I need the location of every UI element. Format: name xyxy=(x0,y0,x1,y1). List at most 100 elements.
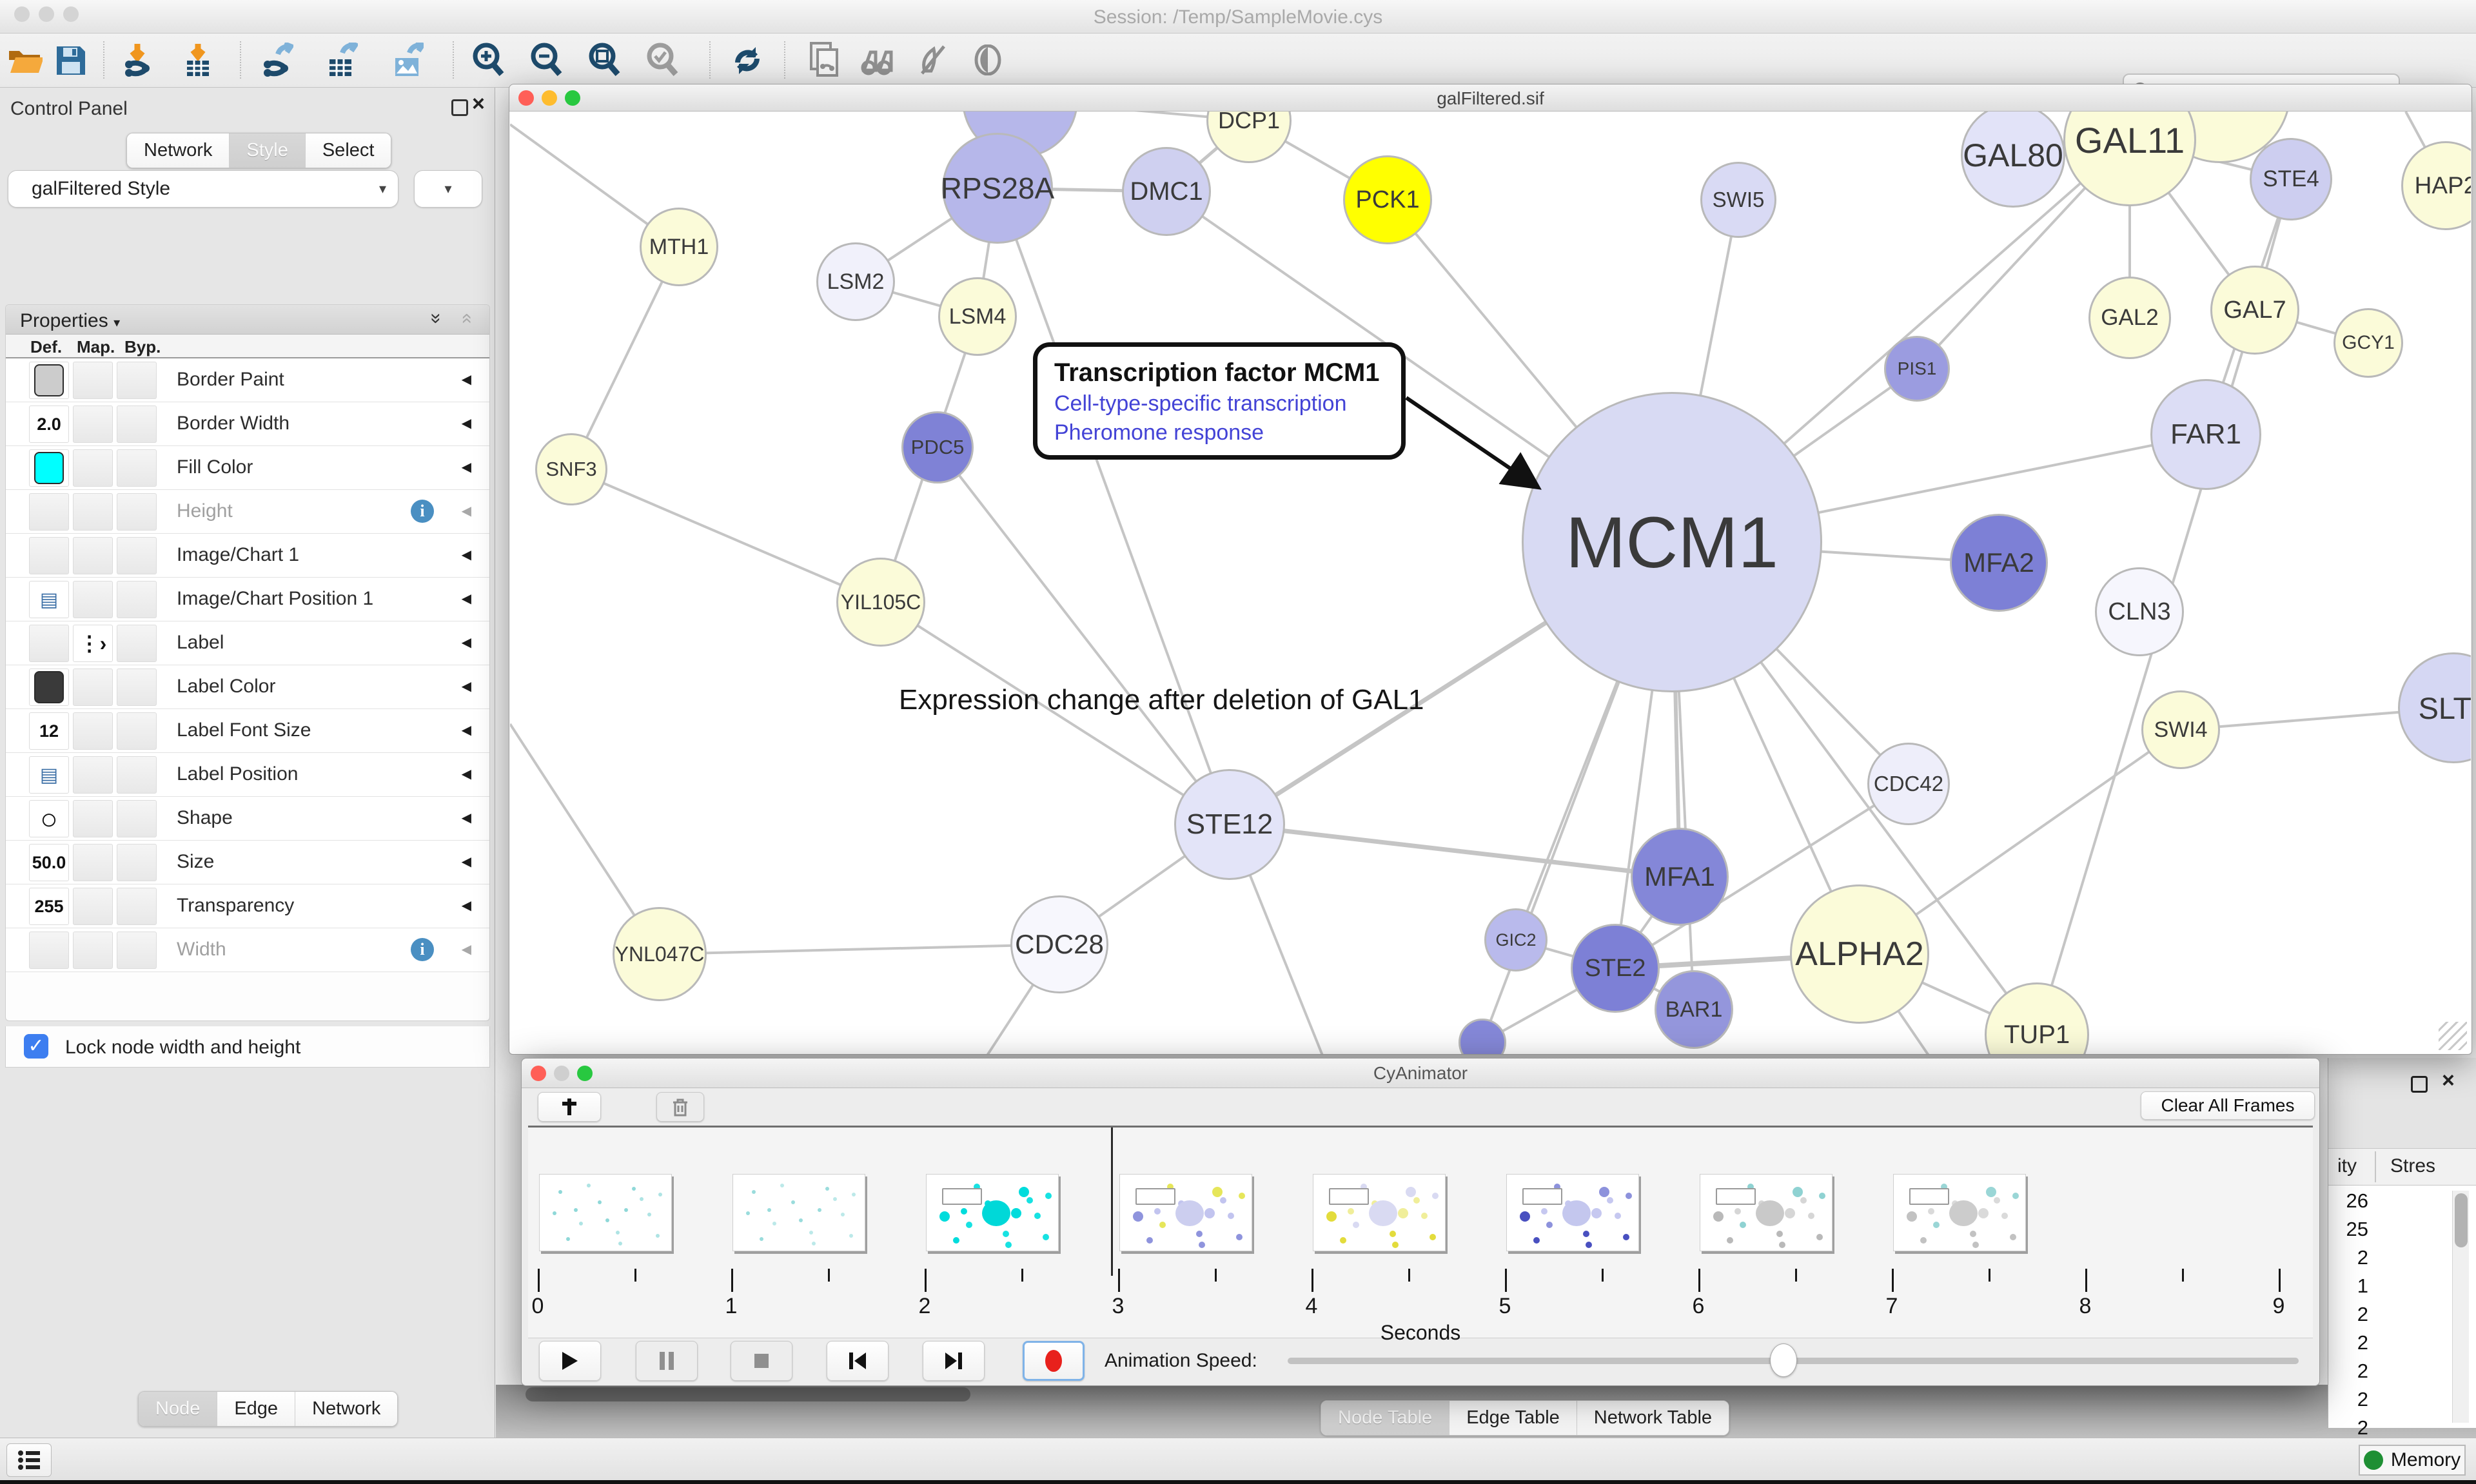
tab-style[interactable]: Style xyxy=(230,133,305,168)
property-row-label[interactable]: ⋮›Label◀ xyxy=(6,621,489,665)
network-node-gal7[interactable]: GAL7 xyxy=(2210,266,2299,355)
network-node-slt2[interactable]: SLT2 xyxy=(2398,652,2471,763)
property-row-image-chart-position-1[interactable]: ▤Image/Chart Position 1◀ xyxy=(6,578,489,621)
network-node-mth1[interactable]: MTH1 xyxy=(640,208,718,286)
def-cell[interactable]: 2.0 xyxy=(29,405,69,443)
property-row-width[interactable]: Widthi◀ xyxy=(6,928,489,972)
def-cell[interactable] xyxy=(29,493,69,531)
tab-network[interactable]: Network xyxy=(127,133,230,168)
tab-edge-table[interactable]: Edge Table xyxy=(1449,1401,1577,1435)
table-cell[interactable]: 2 xyxy=(2328,1246,2368,1269)
table-cell[interactable]: 25 xyxy=(2328,1218,2368,1241)
collapse-row-icon[interactable]: ◀ xyxy=(462,634,471,650)
network-node-mfa1[interactable]: MFA1 xyxy=(1631,828,1729,926)
byp-cell[interactable] xyxy=(117,537,157,574)
control-panel-float-icon[interactable] xyxy=(451,99,468,116)
map-cell[interactable] xyxy=(73,800,113,837)
record-button[interactable] xyxy=(1023,1341,1085,1381)
byp-cell[interactable] xyxy=(117,625,157,662)
import-table-icon[interactable] xyxy=(178,40,218,80)
skip-end-button[interactable] xyxy=(923,1341,985,1381)
def-cell[interactable] xyxy=(29,449,69,487)
network-node-pis1[interactable]: PIS1 xyxy=(1884,336,1950,402)
network-node-lsm4[interactable]: LSM4 xyxy=(938,277,1017,356)
frame-thumbnail-5[interactable] xyxy=(1313,1174,1446,1251)
tab-node-table[interactable]: Node Table xyxy=(1321,1401,1449,1435)
network-node-ste2[interactable]: STE2 xyxy=(1571,924,1660,1013)
network-node-yil105c[interactable]: YIL105C xyxy=(836,558,925,647)
byp-cell[interactable] xyxy=(117,669,157,706)
map-cell[interactable] xyxy=(73,405,113,443)
network-node-dcp1[interactable]: DCP1 xyxy=(1206,112,1292,163)
property-row-label-color[interactable]: Label Color◀ xyxy=(6,665,489,709)
map-cell[interactable] xyxy=(73,449,113,487)
map-cell[interactable] xyxy=(73,932,113,969)
def-cell[interactable]: ○ xyxy=(29,800,69,837)
frame-thumbnail-3[interactable] xyxy=(926,1174,1059,1251)
def-cell[interactable]: 255 xyxy=(29,888,69,925)
export-table-icon[interactable] xyxy=(321,40,361,80)
network-node-snf3[interactable]: SNF3 xyxy=(535,433,607,505)
property-row-image-chart-1[interactable]: Image/Chart 1◀ xyxy=(6,534,489,578)
byp-cell[interactable] xyxy=(117,756,157,794)
export-image-icon[interactable] xyxy=(387,40,427,80)
property-row-fill-color[interactable]: Fill Color◀ xyxy=(6,446,489,490)
property-row-transparency[interactable]: 255Transparency◀ xyxy=(6,884,489,928)
find-icon[interactable] xyxy=(858,40,898,80)
zoom-fit-icon[interactable] xyxy=(584,40,624,80)
task-history-button[interactable] xyxy=(6,1443,52,1477)
frame-thumbnail-4[interactable] xyxy=(1119,1174,1252,1251)
tab-network-style[interactable]: Network xyxy=(295,1392,397,1426)
open-folder-icon[interactable] xyxy=(5,40,45,80)
info-icon[interactable]: i xyxy=(411,500,434,523)
map-cell[interactable] xyxy=(73,888,113,925)
collapse-row-icon[interactable]: ◀ xyxy=(462,897,471,913)
clear-all-frames-button[interactable]: Clear All Frames xyxy=(2141,1091,2315,1120)
network-node-ste4[interactable]: STE4 xyxy=(2250,138,2332,220)
dock-float-icon[interactable] xyxy=(2411,1076,2428,1093)
table-cell[interactable]: 2 xyxy=(2328,1388,2368,1411)
table-cell[interactable]: 2 xyxy=(2328,1303,2368,1326)
collapse-row-icon[interactable]: ◀ xyxy=(462,547,471,563)
zoom-in-icon[interactable] xyxy=(468,40,508,80)
add-frame-button[interactable] xyxy=(538,1092,601,1122)
property-row-shape[interactable]: ○Shape◀ xyxy=(6,797,489,841)
byp-cell[interactable] xyxy=(117,932,157,969)
map-cell[interactable] xyxy=(73,493,113,531)
map-cell[interactable] xyxy=(73,756,113,794)
save-icon[interactable] xyxy=(50,40,90,80)
frame-thumbnail-8[interactable] xyxy=(1893,1174,2026,1251)
table-cell[interactable]: 2 xyxy=(2328,1360,2368,1383)
def-cell[interactable] xyxy=(29,537,69,574)
column-stres[interactable]: Stres xyxy=(2390,1155,2435,1177)
map-cell[interactable] xyxy=(73,537,113,574)
collapse-row-icon[interactable]: ◀ xyxy=(462,810,471,826)
network-node-cdc42[interactable]: CDC42 xyxy=(1867,743,1950,825)
network-node-cdc28[interactable]: CDC28 xyxy=(1010,895,1108,993)
network-node-hap2[interactable]: HAP2 xyxy=(2401,141,2471,230)
def-cell[interactable]: ▤ xyxy=(29,756,69,794)
map-cell[interactable] xyxy=(73,581,113,618)
network-node-bar1[interactable]: BAR1 xyxy=(1655,970,1733,1049)
memory-button[interactable]: Memory xyxy=(2359,1445,2466,1476)
playhead[interactable] xyxy=(1111,1128,1113,1276)
property-row-label-position[interactable]: ▤Label Position◀ xyxy=(6,753,489,797)
cyanimator-titlebar[interactable]: CyAnimator xyxy=(522,1059,2319,1088)
dock-close-icon[interactable]: × xyxy=(2442,1072,2455,1089)
network-node-lsm2[interactable]: LSM2 xyxy=(816,242,895,321)
collapse-row-icon[interactable]: ◀ xyxy=(462,854,471,870)
byp-cell[interactable] xyxy=(117,449,157,487)
collapse-row-icon[interactable]: ◀ xyxy=(462,766,471,782)
zoom-selected-icon[interactable] xyxy=(642,40,682,80)
network-node-swi4[interactable]: SWI4 xyxy=(2141,690,2220,769)
network-node-gic2[interactable]: GIC2 xyxy=(1484,908,1548,971)
def-cell[interactable]: 12 xyxy=(29,712,69,750)
pause-button[interactable] xyxy=(636,1341,698,1381)
collapse-row-icon[interactable]: ◀ xyxy=(462,591,471,607)
table-cell[interactable]: 1 xyxy=(2328,1274,2368,1298)
map-cell[interactable] xyxy=(73,362,113,399)
annotation-link-2[interactable]: Pheromone response xyxy=(1054,420,1384,445)
def-cell[interactable] xyxy=(29,362,69,399)
refresh-icon[interactable] xyxy=(727,40,767,80)
property-row-height[interactable]: Heighti◀ xyxy=(6,490,489,534)
